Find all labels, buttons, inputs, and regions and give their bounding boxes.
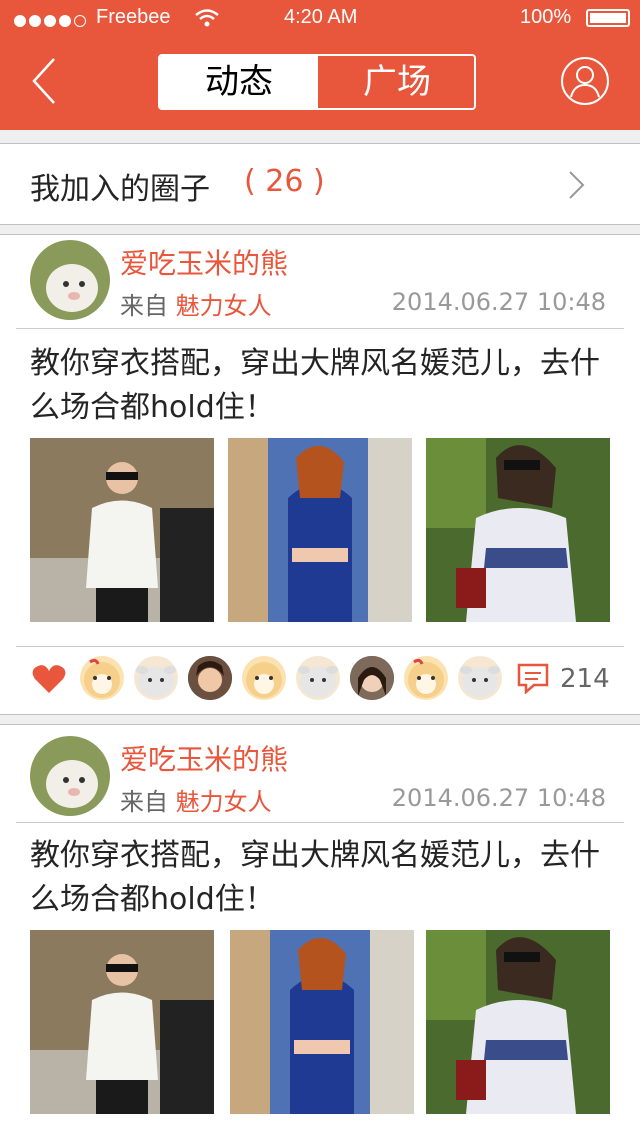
post-time: 2014.06.27 10:48 <box>391 288 606 316</box>
liker-avatar[interactable] <box>242 656 286 700</box>
divider <box>16 822 624 823</box>
post-photo[interactable] <box>30 438 214 622</box>
liker-avatar[interactable] <box>80 656 124 700</box>
post-time: 2014.06.27 10:48 <box>391 784 606 812</box>
comment-count[interactable]: 214 <box>560 664 610 694</box>
post-source: 来自 魅力女人 <box>120 782 272 817</box>
section-gap <box>0 130 640 144</box>
tab-square[interactable]: 广场 <box>318 56 474 108</box>
liker-avatar[interactable] <box>188 656 232 700</box>
post-photo[interactable] <box>228 438 412 622</box>
clock: 4:20 AM <box>284 6 358 28</box>
liker-avatar[interactable] <box>296 656 340 700</box>
author-avatar[interactable] <box>30 240 110 320</box>
liker-avatar[interactable] <box>134 656 178 700</box>
post-photo[interactable] <box>30 930 214 1114</box>
post-text: 教你穿衣搭配，穿出大牌风名媛范儿，去什么场合都hold住！ <box>30 838 600 917</box>
post-photo[interactable] <box>426 438 610 622</box>
comment-icon[interactable] <box>516 662 550 694</box>
divider <box>16 328 624 329</box>
author-name[interactable]: 爱吃玉米的熊 <box>120 242 288 282</box>
divider <box>0 724 640 725</box>
liker-avatar[interactable] <box>404 656 448 700</box>
post-source: 来自 魅力女人 <box>120 286 272 321</box>
post-photo[interactable] <box>230 930 414 1114</box>
battery-label: 100% <box>520 6 572 28</box>
top-bar: Freebee 4:20 AM 100% 动态 广场 <box>0 0 640 130</box>
heart-icon[interactable] <box>32 664 66 694</box>
my-circles-count: ( 26 ) <box>244 164 325 199</box>
source-prefix: 来自 <box>120 788 168 816</box>
tab-switcher: 动态 广场 <box>158 54 476 110</box>
liker-avatar[interactable] <box>458 656 502 700</box>
tab-dynamic[interactable]: 动态 <box>160 56 318 108</box>
carrier-label: Freebee <box>96 6 171 28</box>
profile-icon[interactable] <box>560 56 610 106</box>
back-icon[interactable] <box>30 56 58 106</box>
author-avatar[interactable] <box>30 736 110 816</box>
battery-icon <box>586 9 630 27</box>
my-circles-row[interactable]: 我加入的圈子 ( 26 ) <box>0 144 640 224</box>
author-name[interactable]: 爱吃玉米的熊 <box>120 738 288 778</box>
wifi-icon <box>195 9 219 27</box>
liker-avatar[interactable] <box>350 656 394 700</box>
divider <box>0 234 640 235</box>
source-prefix: 来自 <box>120 292 168 320</box>
post-text: 教你穿衣搭配，穿出大牌风名媛范儿，去什么场合都hold住！ <box>30 346 600 425</box>
source-circle-link[interactable]: 魅力女人 <box>176 788 272 816</box>
divider <box>16 646 624 647</box>
my-circles-label: 我加入的圈子 <box>30 172 210 207</box>
source-circle-link[interactable]: 魅力女人 <box>176 292 272 320</box>
chevron-right-icon <box>569 171 585 199</box>
signal-dots <box>14 10 89 33</box>
post-photo[interactable] <box>426 930 610 1114</box>
